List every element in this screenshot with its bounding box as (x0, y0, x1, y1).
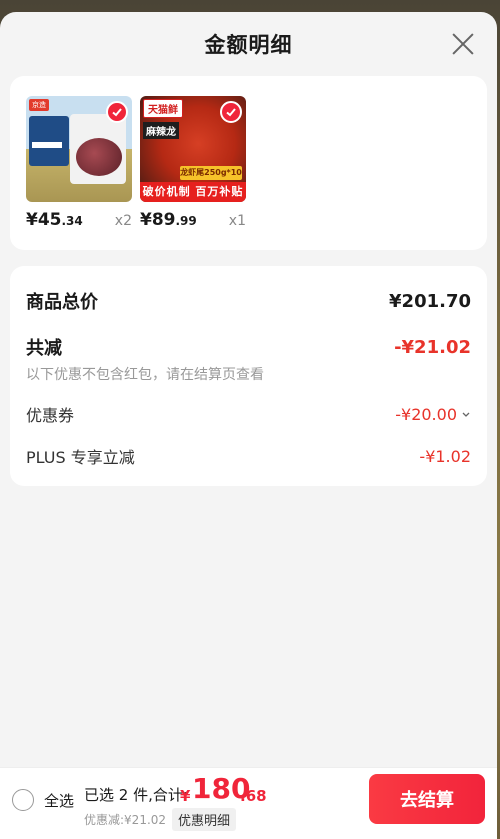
plus-discount-label: PLUS 专享立减 (26, 448, 135, 467)
close-icon[interactable] (451, 32, 475, 56)
total-price-value: ¥201.70 (389, 290, 471, 312)
label-stripe (32, 142, 62, 148)
sheet-header: 金额明细 (0, 12, 497, 76)
product-item[interactable]: 京造 ¥45.34 x2 (26, 96, 132, 230)
chevron-down-icon (462, 412, 470, 417)
coupon-value[interactable]: -¥20.00 (395, 405, 471, 424)
select-all-radio[interactable] (12, 789, 34, 811)
product-promo-strip: 破价机制 百万补贴 (140, 182, 246, 202)
selected-count-text: 已选 2 件,合计: (84, 786, 188, 804)
plus-discount-value: -¥1.02 (419, 446, 471, 466)
product-price: ¥89.99 (140, 210, 197, 230)
total-reduction-value: -¥21.02 (394, 336, 471, 358)
coupon-row[interactable]: 优惠券 -¥20.00 (26, 402, 471, 426)
coupon-amount: -¥20.00 (395, 404, 457, 424)
price-summary: 商品总价 ¥201.70 共减 -¥21.02 以下优惠不包含红包，请在结算页查… (10, 266, 487, 486)
price-integer: ¥45 (26, 210, 62, 230)
product-quantity: x2 (114, 213, 132, 229)
product-quantity: x1 (228, 213, 246, 229)
meat-graphic (76, 138, 122, 176)
product-item[interactable]: 天猫鲜 麻辣龙 龙虾尾250g*10盒 破价机制 百万补贴 ¥89.99 x1 (140, 96, 246, 230)
amount-detail-sheet: 金额明细 京造 ¥45.34 x2 天猫鲜 麻辣龙 龙虾尾250g*10 破价机… (0, 12, 497, 839)
total-reduction-label: 共减 (26, 338, 62, 359)
total-price-label: 商品总价 (26, 292, 98, 313)
product-price: ¥45.34 (26, 210, 83, 230)
sheet-title: 金额明细 (204, 33, 293, 57)
product-name-label: 麻辣龙 (143, 122, 179, 139)
plus-discount-row: PLUS 专享立减 -¥1.02 (26, 444, 471, 468)
total-price-row: 商品总价 ¥201.70 (26, 288, 471, 314)
product-price-row: ¥45.34 x2 (26, 210, 132, 230)
checked-icon (220, 101, 242, 123)
product-thumbnail[interactable]: 京造 (26, 96, 132, 202)
product-thumbnail[interactable]: 天猫鲜 麻辣龙 龙虾尾250g*10盒 破价机制 百万补贴 (140, 96, 246, 202)
checkout-bar: 全选 已选 2 件,合计: ¥ 180 .68 优惠减:¥21.02 优惠明细 … (0, 767, 497, 839)
price-decimal: .99 (175, 214, 197, 228)
product-spec-strip: 龙虾尾250g*10盒 (180, 166, 242, 191)
checked-icon (106, 101, 128, 123)
coupon-label: 优惠券 (26, 406, 75, 425)
saved-amount: 优惠减:¥21.02 (84, 813, 167, 827)
total-reduction-row: 共减 -¥21.02 (26, 334, 471, 360)
price-integer: ¥89 (140, 210, 176, 230)
checkout-button[interactable]: 去结算 (369, 774, 485, 824)
discount-detail-button[interactable]: 优惠明细 (172, 808, 237, 831)
product-tag: 天猫鲜 (143, 99, 183, 118)
select-all-label[interactable]: 全选 (44, 790, 74, 811)
total-amount-decimal: .68 (240, 787, 267, 805)
product-list: 京造 ¥45.34 x2 天猫鲜 麻辣龙 龙虾尾250g*10盒 破价机制 百万… (10, 76, 487, 250)
packaging-graphic (29, 116, 69, 166)
product-price-row: ¥89.99 x1 (140, 210, 246, 230)
discount-note: 以下优惠不包含红包，请在结算页查看 (26, 367, 264, 383)
product-tag: 京造 (29, 99, 49, 111)
total-currency: ¥ (180, 787, 191, 805)
price-decimal: .34 (61, 214, 83, 228)
